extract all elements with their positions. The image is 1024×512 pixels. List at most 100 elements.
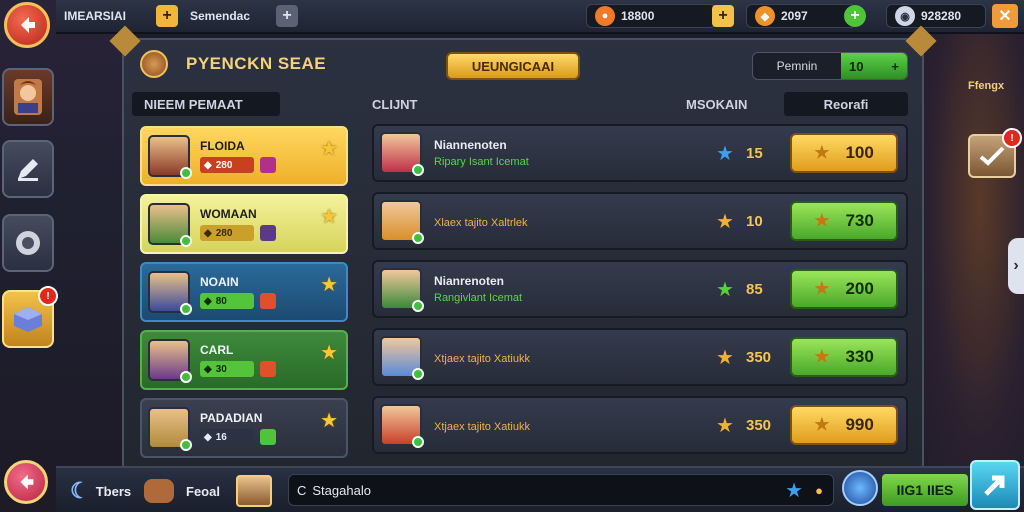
item-icon [260, 429, 276, 445]
arrow-left-icon [20, 474, 34, 490]
buy-gems-button[interactable]: + [844, 5, 866, 27]
power-pill: ◆ 30 [200, 361, 254, 377]
amount-value: 350 [746, 348, 772, 366]
reward-button[interactable]: ★ 100 [790, 133, 898, 173]
hero-portrait-icon [14, 79, 42, 115]
reward-star-icon: ★ [814, 415, 830, 434]
client-avatar [380, 132, 424, 176]
power-icon: ◆ [204, 227, 212, 239]
offer-row[interactable]: Xlaex tajito Xaltrlek ★ 10 ★ 730 [372, 192, 908, 250]
record-icon [16, 231, 40, 255]
power-pill: ◆ 80 [200, 293, 254, 309]
favorite-star-icon[interactable]: ★ [320, 340, 338, 365]
reward-value: 100 [845, 143, 874, 162]
client-name: Niannenoten [434, 138, 507, 152]
level-button[interactable]: IIG1 IIES [882, 474, 968, 506]
status-dot [412, 164, 424, 176]
star-icon: ★ [716, 142, 734, 165]
team-card[interactable]: PADADIAN ◆ 16 ★ [140, 398, 348, 458]
power-icon: ◆ [204, 431, 212, 443]
power-pill: ◆ 280 [200, 225, 254, 241]
hero-mini-avatar[interactable] [236, 475, 272, 507]
item-icon [260, 225, 276, 241]
client-avatar [380, 268, 424, 312]
food-tab[interactable]: Feoal [144, 476, 220, 506]
offer-row[interactable]: Niannenoten Ripary Isant Icemat ★ 15 ★ 1… [372, 124, 908, 182]
hero-avatar [148, 407, 192, 451]
status-dot [412, 436, 424, 448]
team-header: NIEEM PEMAAT [132, 92, 280, 116]
reward-button[interactable]: ★ 330 [790, 337, 898, 377]
chat-input[interactable]: C Stagahalo ★ ● [288, 474, 834, 506]
share-button[interactable] [970, 460, 1020, 510]
gold-value: 18800 [621, 9, 655, 23]
close-button[interactable]: ✕ [992, 4, 1018, 28]
coin-mini-icon: ● [815, 482, 823, 498]
client-name: Nianrenoten [434, 274, 505, 288]
notification-badge: ! [38, 286, 58, 306]
power-icon: ◆ [204, 159, 212, 171]
row-text: Nianrenoten Rangivlant Icemat [434, 274, 694, 304]
settings-button[interactable] [2, 214, 54, 272]
gold-coin-icon: ● [595, 6, 615, 26]
status-dot [412, 300, 424, 312]
reward-button[interactable]: ★ 990 [790, 405, 898, 445]
back-button[interactable] [4, 2, 50, 48]
hero-avatar [148, 135, 192, 179]
gems-counter: ◆ 2097 + [746, 4, 866, 28]
food-label: Feoal [186, 483, 220, 499]
power-pill: ◆ 16 [200, 429, 254, 445]
player-avatar[interactable] [842, 470, 878, 506]
row-text: Niannenoten Ripary Isant Icemat [434, 138, 694, 168]
amount-value: 85 [746, 280, 763, 298]
team-card[interactable]: FLOIDA ◆ 280 ★ [140, 126, 348, 186]
item-icon [260, 361, 276, 377]
item-icon [260, 157, 276, 173]
left-sidebar: ! [0, 0, 58, 512]
favorite-star-icon[interactable]: ★ [320, 272, 338, 297]
offer-row[interactable]: Xtjaex tajito Xatiukk ★ 350 ★ 990 [372, 396, 908, 454]
gems-value: 2097 [781, 9, 808, 23]
client-desc: Xtjaex tajito Xatiukk [434, 421, 530, 433]
row-text: Xtjaex tajito Xatiukk [434, 417, 694, 433]
power-icon: ◆ [204, 295, 212, 307]
amount-header: MSOKAIN [686, 96, 748, 112]
premium-value: 10 [849, 58, 864, 74]
inventory-button[interactable]: ! [2, 286, 58, 348]
bottom-back-button[interactable] [4, 460, 48, 504]
chevron-right-icon: › [1013, 257, 1019, 274]
hero-portrait-button[interactable] [2, 68, 54, 126]
reward-star-icon: ★ [814, 211, 830, 230]
teams-tab[interactable]: ☾ Tbers [70, 476, 131, 506]
favorite-star-icon[interactable]: ★ [320, 136, 338, 161]
team-card[interactable]: CARL ◆ 30 ★ [140, 330, 348, 390]
upgrade-button[interactable]: UEUNGICAAI [446, 52, 580, 80]
arrow-up-right-icon [984, 475, 1005, 496]
buy-gold-button[interactable]: + [712, 5, 734, 27]
row-text: Xtjaex tajito Xatiukk [434, 349, 694, 365]
premium-value-button[interactable]: 10 + [841, 53, 907, 79]
star-icon: ★ [785, 479, 803, 502]
power-icon: ◆ [204, 363, 212, 375]
offer-row[interactable]: Xtjaex tajito Xatiukk ★ 350 ★ 330 [372, 328, 908, 386]
favorite-star-icon[interactable]: ★ [320, 408, 338, 433]
item-icon [260, 293, 276, 309]
hero-avatar [148, 339, 192, 383]
team-card[interactable]: NOAIN ◆ 80 ★ [140, 262, 348, 322]
client-desc: Xlaex tajito Xaltrlek [434, 217, 528, 229]
top-plus-group: + Semendac + [156, 4, 299, 28]
claim-button[interactable]: ! [968, 128, 1022, 178]
reward-button[interactable]: ★ 730 [790, 201, 898, 241]
add-button[interactable]: + [156, 5, 178, 27]
reward-button[interactable]: ★ 200 [790, 269, 898, 309]
edit-button[interactable] [2, 140, 54, 198]
favorite-star-icon[interactable]: ★ [320, 204, 338, 229]
top-title: IMEARSIAI [64, 9, 127, 23]
client-avatar [380, 404, 424, 448]
offer-row[interactable]: Nianrenoten Rangivlant Icemat ★ 85 ★ 200 [372, 260, 908, 318]
team-card[interactable]: WOMAAN ◆ 280 ★ [140, 194, 348, 254]
reward-value: 730 [845, 211, 874, 230]
add-secondary-button[interactable]: + [276, 5, 299, 27]
status-dot [180, 235, 192, 247]
next-page-tab[interactable]: › [1008, 238, 1024, 294]
